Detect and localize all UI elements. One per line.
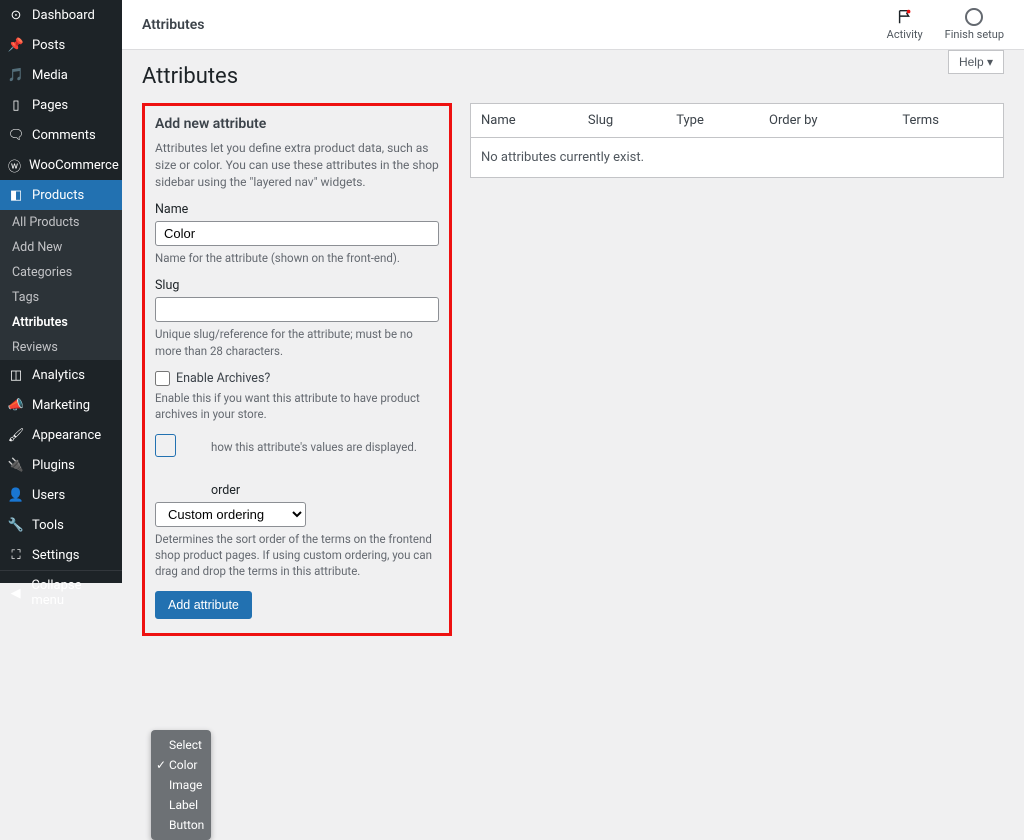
table-empty-message: No attributes currently exist. <box>471 138 1004 178</box>
th-type[interactable]: Type <box>666 104 759 138</box>
dashboard-icon: ⊙ <box>8 7 24 23</box>
sidebar-item-tools[interactable]: 🔧Tools <box>0 510 122 540</box>
sidebar-item-marketing[interactable]: 📣Marketing <box>0 390 122 420</box>
type-dropdown: Select Color Image Label Button <box>151 730 211 840</box>
media-icon: 🎵 <box>8 67 24 83</box>
name-label: Name <box>155 202 439 217</box>
activity-button[interactable]: Activity <box>887 8 923 41</box>
sidebar-sub-categories[interactable]: Categories <box>0 260 122 285</box>
th-name[interactable]: Name <box>471 104 578 138</box>
megaphone-icon: 📣 <box>8 397 24 413</box>
page-icon: ▯ <box>8 97 24 113</box>
products-icon: ◧ <box>8 187 24 203</box>
pin-icon: 📌 <box>8 37 24 53</box>
name-input[interactable] <box>155 221 439 246</box>
add-attribute-button[interactable]: Add attribute <box>155 591 252 619</box>
sidebar-sub-attributes[interactable]: Attributes <box>0 310 122 335</box>
th-terms[interactable]: Terms <box>892 104 1003 138</box>
sidebar-item-posts[interactable]: 📌Posts <box>0 30 122 60</box>
sidebar-sub-tags[interactable]: Tags <box>0 285 122 310</box>
type-option-button[interactable]: Button <box>151 815 211 835</box>
help-toggle[interactable]: Help ▾ <box>948 50 1004 74</box>
sort-label: order <box>211 483 439 498</box>
page-heading: Attributes <box>142 64 1004 89</box>
type-option-color[interactable]: Color <box>151 755 211 775</box>
slug-help: Unique slug/reference for the attribute;… <box>155 326 439 358</box>
flag-icon <box>896 8 914 26</box>
topbar-title: Attributes <box>142 17 204 33</box>
sidebar-sub-all-products[interactable]: All Products <box>0 210 122 235</box>
enable-archives-label: Enable Archives? <box>176 371 270 386</box>
slug-input[interactable] <box>155 297 439 322</box>
analytics-icon: ◫ <box>8 367 24 383</box>
admin-sidebar: ⊙Dashboard 📌Posts 🎵Media ▯Pages 🗨Comment… <box>0 0 122 583</box>
sidebar-item-users[interactable]: 👤Users <box>0 480 122 510</box>
sidebar-item-analytics[interactable]: ◫Analytics <box>0 360 122 390</box>
sidebar-item-woocommerce[interactable]: ⓦWooCommerce <box>0 150 122 180</box>
form-title: Add new attribute <box>155 116 439 132</box>
type-option-label[interactable]: Label <box>151 795 211 815</box>
sidebar-item-media[interactable]: 🎵Media <box>0 60 122 90</box>
type-option-select[interactable]: Select <box>151 735 211 755</box>
sidebar-item-pages[interactable]: ▯Pages <box>0 90 122 120</box>
enable-archives-checkbox[interactable] <box>155 371 170 386</box>
circle-icon <box>965 8 983 26</box>
archives-help: Enable this if you want this attribute t… <box>155 390 439 422</box>
th-slug[interactable]: Slug <box>578 104 666 138</box>
type-select[interactable] <box>155 434 176 457</box>
brush-icon: 🖌 <box>8 427 24 443</box>
top-bar: Attributes Activity Finish setup <box>122 0 1024 50</box>
wrench-icon: 🔧 <box>8 517 24 533</box>
slug-label: Slug <box>155 278 439 293</box>
type-help: how this attribute's values are displaye… <box>211 439 439 455</box>
sort-help: Determines the sort order of the terms o… <box>155 531 439 579</box>
sliders-icon: ⛶ <box>8 547 24 563</box>
sort-order-select[interactable]: Custom ordering <box>155 502 306 527</box>
sidebar-item-plugins[interactable]: 🔌Plugins <box>0 450 122 480</box>
plug-icon: 🔌 <box>8 457 24 473</box>
sidebar-item-comments[interactable]: 🗨Comments <box>0 120 122 150</box>
woo-icon: ⓦ <box>8 157 21 173</box>
type-option-image[interactable]: Image <box>151 775 211 795</box>
comment-icon: 🗨 <box>8 127 24 143</box>
form-intro: Attributes let you define extra product … <box>155 140 439 190</box>
sidebar-item-appearance[interactable]: 🖌Appearance <box>0 420 122 450</box>
sidebar-sub-add-new[interactable]: Add New <box>0 235 122 260</box>
add-attribute-form: Add new attribute Attributes let you def… <box>142 103 452 636</box>
attributes-table: Name Slug Type Order by Terms No attribu… <box>470 103 1004 178</box>
sidebar-item-products[interactable]: ◧Products <box>0 180 122 210</box>
sidebar-item-dashboard[interactable]: ⊙Dashboard <box>0 0 122 30</box>
user-icon: 👤 <box>8 487 24 503</box>
sidebar-sub-reviews[interactable]: Reviews <box>0 335 122 360</box>
sidebar-item-settings[interactable]: ⛶Settings <box>0 540 122 570</box>
th-orderby[interactable]: Order by <box>759 104 892 138</box>
finish-setup-button[interactable]: Finish setup <box>945 8 1004 41</box>
name-help: Name for the attribute (shown on the fro… <box>155 250 439 266</box>
